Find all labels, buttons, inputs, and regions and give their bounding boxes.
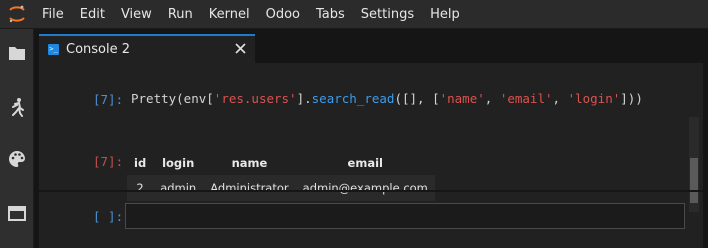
close-icon[interactable] <box>233 40 247 56</box>
code-string: 'res.users' <box>213 91 297 106</box>
code-string: 'name' <box>439 91 485 106</box>
console-icon: >_ <box>48 44 59 55</box>
tab-console-2[interactable]: >_ Console 2 <box>39 34 255 63</box>
divider <box>39 190 703 192</box>
output-scrollbar[interactable] <box>689 117 699 212</box>
main-dock-area: >_ Console 2 [7]: Pretty(env['res.users'… <box>34 29 708 248</box>
menu-kernel[interactable]: Kernel <box>201 0 258 28</box>
code-part: ]. <box>296 91 312 106</box>
code-part: Pretty(env[ <box>131 91 214 106</box>
menu-tabs[interactable]: Tabs <box>308 0 353 28</box>
code-function: search_read <box>311 91 395 106</box>
input-prompt-empty: [ ]: <box>93 209 124 224</box>
table-cell: admin@example.com <box>295 175 435 201</box>
console-output-area: [7]: Pretty(env['res.users'].search_read… <box>39 63 703 212</box>
table-header: name <box>231 156 268 170</box>
input-prompt: [7]: <box>93 92 124 107</box>
menu-run[interactable]: Run <box>160 0 201 28</box>
jupyter-logo-icon[interactable] <box>0 0 34 28</box>
menu-view[interactable]: View <box>113 0 160 28</box>
folder-icon[interactable] <box>0 37 33 69</box>
tab-label: Console 2 <box>66 42 131 57</box>
table-cell: 2 <box>127 175 154 201</box>
console-input-field[interactable] <box>125 203 685 229</box>
table-cell: admin <box>153 175 204 201</box>
code-string: 'email' <box>499 91 553 106</box>
running-icon[interactable] <box>0 91 33 123</box>
jupyterlab-window: File Edit View Run Kernel Odoo Tabs Sett… <box>0 0 708 248</box>
output-prompt: [7]: <box>93 154 124 169</box>
code-cell[interactable]: Pretty(env['res.users'].search_read([], … <box>131 91 643 106</box>
code-string: 'login' <box>567 91 621 106</box>
menu-file[interactable]: File <box>34 0 72 28</box>
menu-help[interactable]: Help <box>422 0 468 28</box>
code-part: ])) <box>620 91 643 106</box>
tabs-icon[interactable] <box>0 197 33 229</box>
menu-bar: File Edit View Run Kernel Odoo Tabs Sett… <box>0 0 708 29</box>
code-part: , <box>552 91 568 106</box>
menu-odoo[interactable]: Odoo <box>258 0 308 28</box>
left-sidebar <box>0 29 34 248</box>
palette-icon[interactable] <box>0 143 33 175</box>
menu-settings[interactable]: Settings <box>353 0 422 28</box>
output-table: id login name email 2 admin Administrato… <box>127 151 435 201</box>
table-cell: Administrator <box>203 175 296 201</box>
table-header: email <box>347 156 383 170</box>
code-part: , <box>484 91 500 106</box>
scrollbar-thumb[interactable] <box>690 158 698 203</box>
console-panel: [7]: Pretty(env['res.users'].search_read… <box>39 63 703 248</box>
table-header: login <box>162 156 195 170</box>
code-part: ([], [ <box>394 91 440 106</box>
table-header: id <box>134 156 147 170</box>
table-row: 2 admin Administrator admin@example.com <box>127 175 435 201</box>
table-header-row: id login name email <box>127 151 435 175</box>
menu-edit[interactable]: Edit <box>72 0 113 28</box>
